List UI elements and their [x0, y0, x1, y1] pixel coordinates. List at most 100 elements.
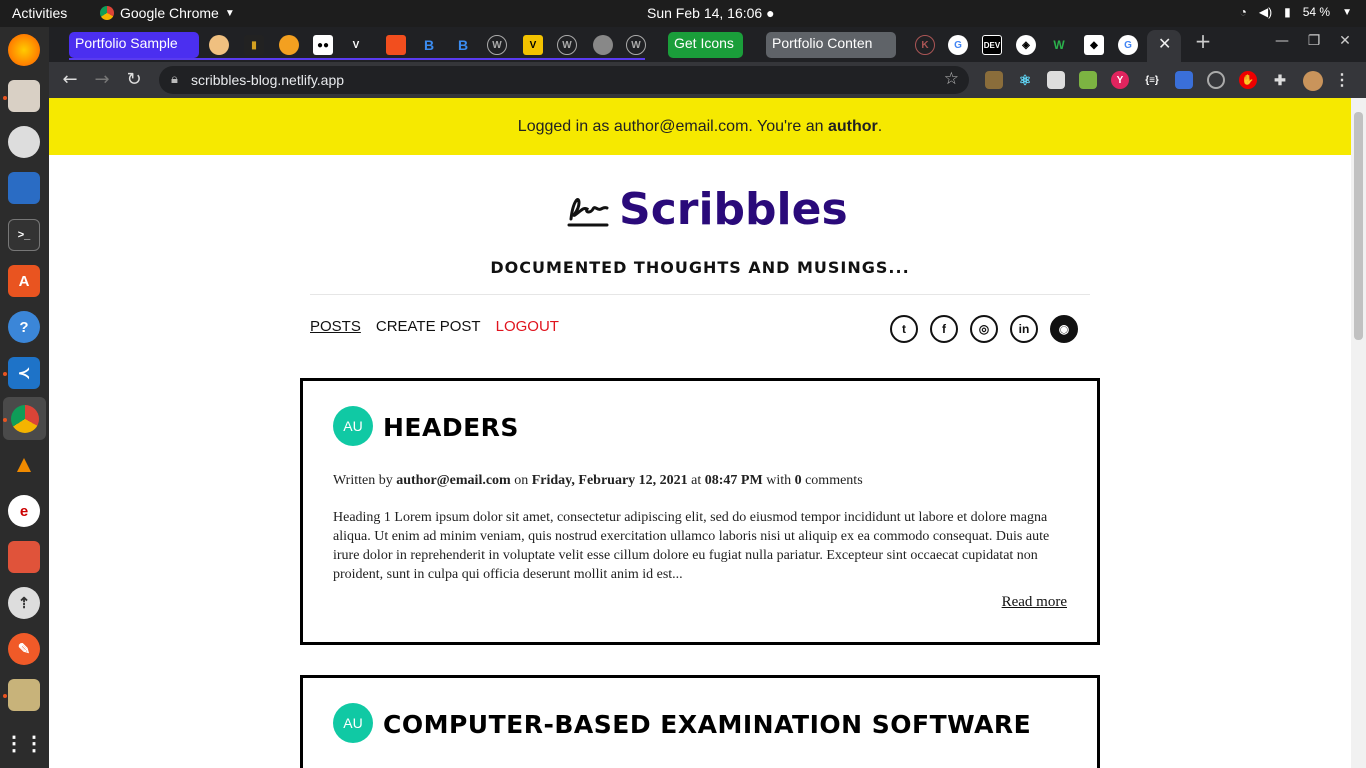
site-title: Scribbles — [619, 184, 848, 235]
banner-role: author — [827, 118, 878, 135]
nav-posts[interactable]: POSTS — [310, 318, 361, 335]
post-comment-count: 0 — [794, 473, 802, 488]
wordpress-favicon-icon[interactable]: W — [487, 35, 507, 55]
pen-tool-icon[interactable]: ✎ — [8, 633, 40, 665]
ext-json-icon[interactable]: {≡} — [1143, 71, 1161, 89]
chrome-dock-icon[interactable] — [3, 397, 46, 440]
tab-portfolio-content[interactable]: Portfolio Conten — [766, 32, 896, 58]
ext-tools-icon[interactable] — [985, 71, 1003, 89]
lock-icon[interactable]: 🔒︎ — [171, 71, 178, 87]
tab-group-underline — [69, 58, 645, 60]
avatar-favicon-icon[interactable] — [209, 35, 229, 55]
person-favicon-icon[interactable] — [279, 35, 299, 55]
ext-hand-icon[interactable]: ✋ — [1239, 71, 1257, 89]
vlc-icon[interactable]: ▲ — [8, 449, 40, 481]
medium-favicon-icon[interactable]: ●● — [313, 35, 333, 55]
forward-icon[interactable]: → — [90, 69, 114, 91]
profile-avatar[interactable] — [1303, 71, 1323, 91]
volume-icon: ◀) — [1258, 5, 1273, 19]
updates-icon[interactable]: ⇡ — [8, 587, 40, 619]
firefox-icon[interactable] — [8, 34, 40, 66]
editor-icon[interactable]: e — [8, 495, 40, 527]
figma-favicon-icon[interactable] — [386, 35, 406, 55]
nav-logout[interactable]: LOGOUT — [496, 318, 559, 335]
ext-page-icon[interactable] — [1047, 71, 1065, 89]
menu-kebab-icon[interactable]: ⋮ — [1333, 71, 1351, 89]
package-icon[interactable] — [8, 679, 40, 711]
ext-react-icon[interactable]: ⚛ — [1016, 71, 1034, 89]
help-icon[interactable]: ? — [8, 311, 40, 343]
minimize-icon[interactable]: — — [1270, 33, 1294, 53]
site-logo[interactable]: Scribbles — [567, 184, 848, 235]
reload-icon[interactable]: ↻ — [122, 69, 146, 91]
dev-favicon-icon[interactable]: DEV — [982, 35, 1002, 55]
close-icon[interactable]: ✕ — [1158, 34, 1171, 54]
url-text[interactable]: scribbles-blog.netlify.app — [191, 72, 344, 88]
ext-ruby-icon[interactable]: Y — [1111, 71, 1129, 89]
tab-get-icons[interactable]: Get Icons — [668, 32, 743, 58]
read-more-link[interactable]: Read more — [1002, 594, 1067, 611]
software-center-icon[interactable]: A — [8, 265, 40, 297]
scrollbar-thumb[interactable] — [1354, 112, 1363, 340]
address-bar[interactable]: 🔒︎ scribbles-blog.netlify.app ☆ — [159, 66, 969, 94]
vue-favicon-icon[interactable]: V — [346, 35, 366, 55]
files-icon[interactable] — [8, 80, 40, 112]
linkedin-icon[interactable]: in — [1010, 315, 1038, 343]
post-card: AU Computer-Based Examination Software — [300, 675, 1100, 768]
wordpress-favicon-icon-3[interactable]: W — [626, 35, 646, 55]
globe-favicon-icon[interactable] — [593, 35, 613, 55]
post-date: Friday, February 12, 2021 — [531, 473, 688, 488]
page-scrollbar[interactable] — [1351, 98, 1366, 768]
hashnode-favicon-icon[interactable]: ◆ — [1084, 35, 1104, 55]
app-name: Google Chrome — [120, 5, 219, 21]
battery-percent: 54 % — [1302, 5, 1331, 19]
maximize-icon[interactable]: ❐ — [1302, 33, 1326, 53]
nav-create-post[interactable]: CREATE POST — [376, 318, 481, 335]
ko-favicon-icon[interactable]: K — [915, 35, 935, 55]
terminal-icon[interactable]: >_ — [8, 219, 40, 251]
tab-active[interactable]: ✕ — [1147, 30, 1181, 62]
ext-blue-icon[interactable] — [1175, 71, 1193, 89]
tab-portfolio-sample[interactable]: Portfolio Sample — [69, 32, 199, 58]
battery-icon: ▮ — [1284, 5, 1291, 19]
bookmark-star-icon[interactable]: ☆ — [944, 69, 959, 89]
post-card: AU Headers Written by author@email.com o… — [300, 378, 1100, 645]
system-tray[interactable]: ◔ ◀) ▮ 54 % ▼ — [1240, 5, 1352, 19]
github-icon[interactable]: ◉ — [1050, 315, 1078, 343]
clock[interactable]: Sun Feb 14, 16:06 ● — [647, 5, 775, 21]
disk-icon[interactable] — [8, 126, 40, 158]
close-window-icon[interactable]: ✕ — [1333, 33, 1357, 53]
post-title[interactable]: Headers — [383, 413, 519, 442]
facebook-icon[interactable]: f — [930, 315, 958, 343]
new-tab-icon[interactable]: + — [1191, 29, 1215, 53]
instagram-icon[interactable]: ◎ — [970, 315, 998, 343]
b-favicon-icon[interactable]: B — [419, 35, 439, 55]
system-top-bar: Activities Google Chrome ▼ Sun Feb 14, 1… — [0, 0, 1366, 27]
extensions-puzzle-icon[interactable]: ✚ — [1271, 71, 1289, 89]
chevron-down-icon: ▼ — [224, 7, 235, 19]
post-excerpt: Heading 1 Lorem ipsum dolor sit amet, co… — [333, 510, 1050, 582]
book-favicon-icon[interactable]: ▮ — [244, 35, 264, 55]
twitter-icon[interactable]: t — [890, 315, 918, 343]
post-title[interactable]: Computer-Based Examination Software — [383, 710, 1031, 739]
b-favicon-icon-2[interactable]: B — [453, 35, 473, 55]
ext-circle-icon[interactable] — [1207, 71, 1225, 89]
running-indicator — [3, 418, 7, 422]
writer-icon[interactable] — [8, 172, 40, 204]
browser-toolbar: ← → ↻ 🔒︎ scribbles-blog.netlify.app ☆ ⚛ … — [49, 62, 1366, 98]
banner-prefix: Logged in as author@email.com. You're an — [517, 118, 828, 135]
webflow-favicon-icon[interactable]: W — [1049, 35, 1069, 55]
back-icon[interactable]: ← — [58, 69, 82, 91]
activities-button[interactable]: Activities — [12, 5, 67, 21]
wordpress-favicon-icon-2[interactable]: W — [557, 35, 577, 55]
app-menu[interactable]: Google Chrome ▼ — [100, 5, 235, 21]
google-favicon-icon[interactable]: G — [948, 35, 968, 55]
vscode-icon[interactable]: ≺ — [8, 357, 40, 389]
codepen-favicon-icon[interactable]: ◈ — [1016, 35, 1036, 55]
archive-icon[interactable] — [8, 541, 40, 573]
show-apps-icon[interactable]: ⋮⋮ — [4, 727, 44, 759]
ext-stack-icon[interactable] — [1079, 71, 1097, 89]
social-links: t f ◎ in ◉ — [890, 315, 1078, 343]
yellow-favicon-icon[interactable]: V — [523, 35, 543, 55]
google-favicon-icon-2[interactable]: G — [1118, 35, 1138, 55]
